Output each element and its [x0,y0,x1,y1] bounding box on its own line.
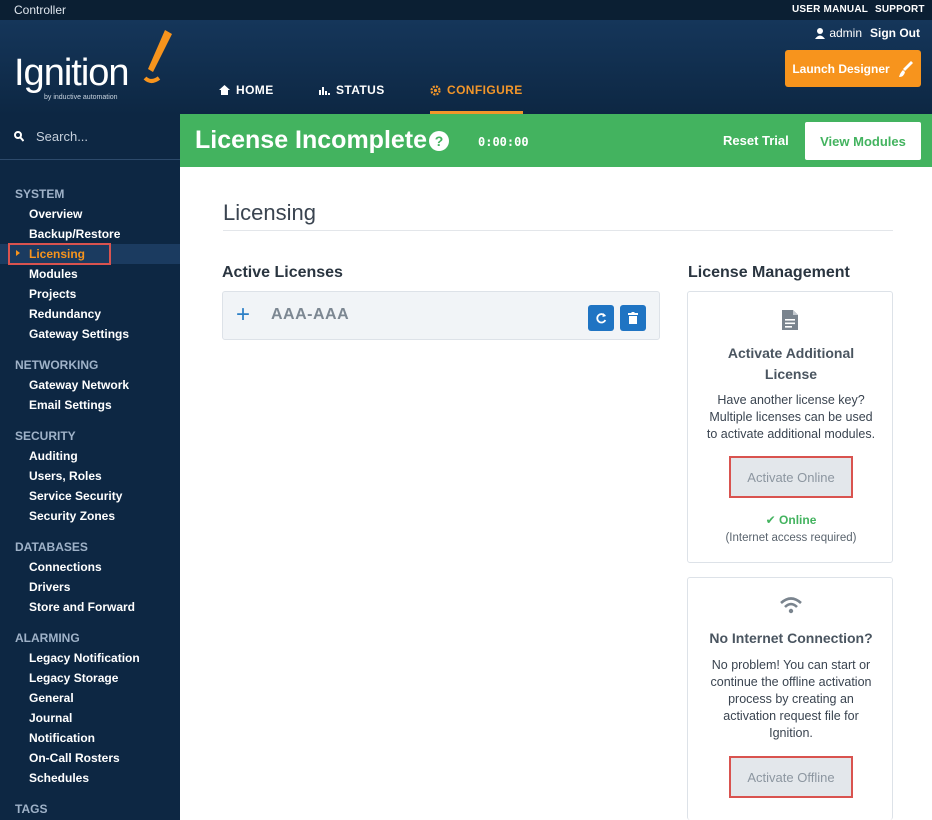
sidebar-item-email-settings[interactable]: Email Settings [29,398,112,412]
card2-body-line3: process by creating an [728,692,854,706]
card2-body-line1: No problem! You can start or [711,658,871,672]
sidebar-item-drivers[interactable]: Drivers [29,580,70,594]
card1-body-line2: Multiple licenses can be used [709,410,873,424]
ignition-logo[interactable]: Ignition by inductive automation [14,28,184,108]
section-databases: DATABASES [15,540,88,554]
search-input[interactable]: Search... [36,129,88,144]
sidebar-item-schedules[interactable]: Schedules [29,771,89,785]
sidebar-item-redundancy[interactable]: Redundancy [29,307,101,321]
license-row: + AAA-AAA [222,291,660,340]
sidebar-item-modules[interactable]: Modules [29,267,78,281]
sidebar-item-gateway-network[interactable]: Gateway Network [29,378,129,392]
internet-note: (Internet access required) [725,532,857,544]
user-menu[interactable]: admin [815,26,862,40]
brush-icon [898,60,913,77]
active-licenses-heading: Active Licenses [222,264,343,281]
license-key: AAA-AAA [271,306,350,323]
controller-label: Controller [14,3,67,17]
sidebar-item-legacy-storage[interactable]: Legacy Storage [29,671,118,685]
gear-icon [430,84,441,96]
nav-status-label: STATUS [336,83,385,97]
section-system: SYSTEM [15,187,65,201]
sidebar-item-store-and-forward[interactable]: Store and Forward [29,600,135,614]
divider [223,230,893,231]
card2-title: No Internet Connection? [709,630,873,646]
card2-body-line2: continue the offline activation [710,675,872,689]
logo-exclamation-icon [143,30,172,83]
nav-status[interactable]: STATUS [319,83,385,97]
search-box[interactable]: Search... [0,114,180,160]
sidebar-item-legacy-notification[interactable]: Legacy Notification [29,651,140,665]
launch-designer-button[interactable]: Launch Designer [785,50,921,87]
card1-title-line2: License [764,366,818,382]
sidebar-item-general[interactable]: General [29,691,74,705]
launch-designer-label: Launch Designer [792,61,890,76]
card1-body-line3: to activate additional modules. [706,427,876,441]
sidebar-item-overview[interactable]: Overview [29,207,82,221]
section-networking: NETWORKING [15,358,99,372]
user-name: admin [829,26,862,40]
nav-home-label: HOME [236,83,274,97]
bar-chart-icon [319,87,330,95]
sidebar-item-notification[interactable]: Notification [29,731,95,745]
expand-license-icon[interactable]: + [236,301,250,329]
nav-configure[interactable]: CONFIGURE [430,83,523,114]
card2-body-line5: Ignition. [769,726,813,740]
no-internet-card: No Internet Connection? No problem! You … [687,577,893,820]
delete-license-button[interactable] [620,305,646,331]
nav-home[interactable]: HOME [219,83,274,97]
refresh-license-button[interactable] [588,305,614,331]
page-title: Licensing [223,200,316,225]
sidebar-item-on-call-rosters[interactable]: On-Call Rosters [29,751,120,765]
banner-title: License Incomplete [195,126,428,154]
refresh-icon [596,313,607,324]
sidebar-item-licensing[interactable]: Licensing [29,247,85,261]
sidebar-item-auditing[interactable]: Auditing [29,449,78,463]
sidebar-item-backup-restore[interactable]: Backup/Restore [29,227,120,241]
top-strip: Controller USER MANUAL SUPPORT [0,0,932,20]
annotation-highlight-box [729,756,853,798]
user-icon [815,27,826,39]
sidebar-item-projects[interactable]: Projects [29,287,76,301]
view-modules-button[interactable]: View Modules [805,122,921,160]
home-icon [219,85,230,95]
sidebar-item-users-roles[interactable]: Users, Roles [29,469,102,483]
search-icon [14,131,24,142]
annotation-highlight-box [729,456,853,498]
sidebar-item-security-zones[interactable]: Security Zones [29,509,115,523]
reset-trial-link[interactable]: Reset Trial [723,133,789,148]
nav-configure-label: CONFIGURE [447,83,523,97]
wifi-icon [780,597,802,614]
license-banner: License Incomplete ? 0:00:00 Reset Trial… [180,114,932,167]
support-link[interactable]: SUPPORT [875,4,925,15]
document-icon [782,310,798,330]
logo-tagline: by inductive automation [44,94,118,101]
online-status: ✔ Online [688,513,894,527]
card1-title-line1: Activate Additional [727,345,855,361]
caret-right-icon [16,250,20,256]
license-management-heading: License Management [688,264,850,281]
sidebar-item-journal[interactable]: Journal [29,711,72,725]
section-alarming: ALARMING [15,631,80,645]
sidebar-item-gateway-settings[interactable]: Gateway Settings [29,327,129,341]
header: Ignition by inductive automation admin S… [0,20,932,114]
trial-timer: 0:00:00 [478,135,529,149]
section-security: SECURITY [15,429,76,443]
help-icon[interactable]: ? [429,131,449,151]
card2-body-line4: activation request file for [723,709,859,723]
trash-icon [628,312,638,324]
user-manual-link[interactable]: USER MANUAL [792,4,868,15]
online-status-label: Online [779,513,817,527]
section-tags: TAGS [15,802,48,816]
sign-out-link[interactable]: Sign Out [870,26,920,40]
sidebar-item-connections[interactable]: Connections [29,560,102,574]
logo-word: Ignition [14,52,130,94]
sidebar: Search... SYSTEM Overview Backup/Restore… [0,114,180,820]
check-icon: ✔ [765,513,776,527]
sidebar-item-service-security[interactable]: Service Security [29,489,122,503]
card1-body-line1: Have another license key? [717,393,865,407]
activate-additional-card: Activate Additional License Have another… [687,291,893,563]
